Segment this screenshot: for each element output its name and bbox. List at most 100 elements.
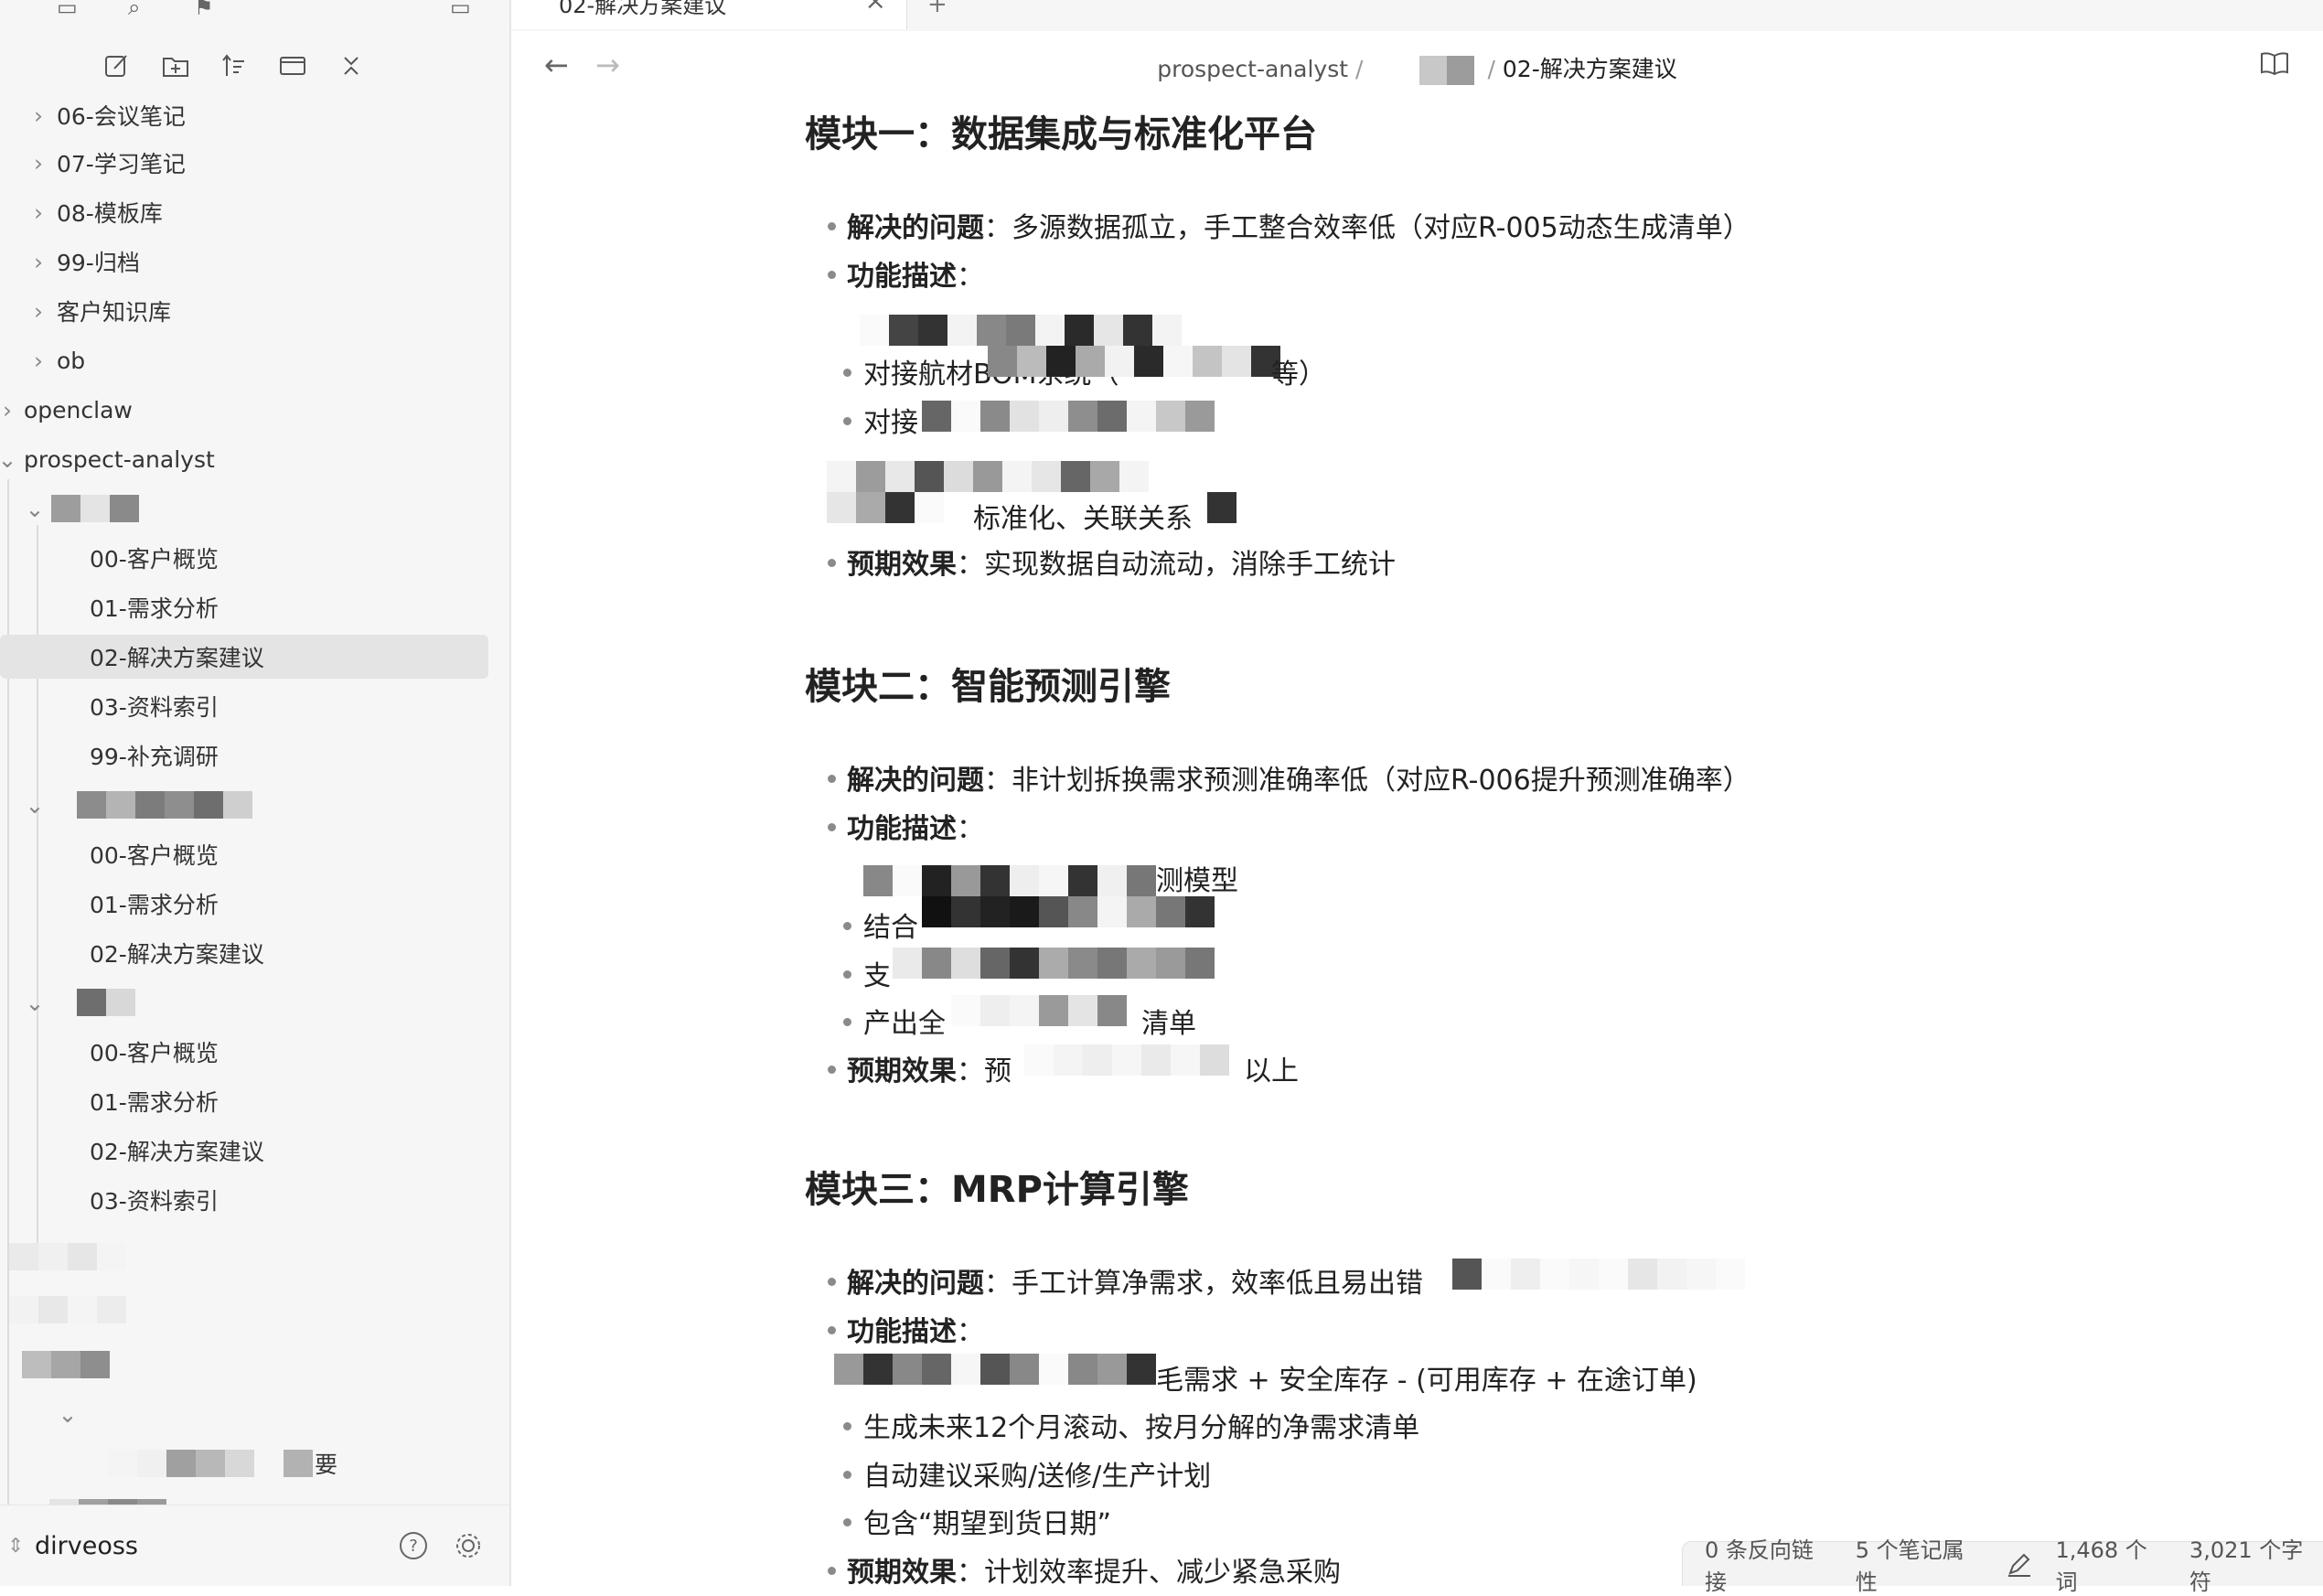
properties-count[interactable]: 5 个笔记属性 <box>1856 1532 1985 1596</box>
redacted-region <box>827 461 1149 492</box>
list-item-effect-tail: 以上 <box>1244 1055 1299 1087</box>
collapse-all-icon[interactable] <box>335 49 368 82</box>
list-item-sub: 包含“期望到货日期” <box>863 1508 1112 1540</box>
tree-file-redacted[interactable]: 要 <box>108 1441 509 1485</box>
chevron-right-icon: › <box>34 102 43 129</box>
redacted-region <box>1207 492 1236 523</box>
heading-module-1: 模块一：数据集成与标准化平台 <box>805 113 1317 155</box>
tree-folder-ob[interactable]: › ob <box>27 338 509 382</box>
tree-folder-prospect-analyst[interactable]: ⌄ prospect-analyst <box>0 437 485 481</box>
tree-folder-99[interactable]: › 99-归档 <box>27 240 509 284</box>
new-tab-icon[interactable]: + <box>927 0 947 18</box>
sort-icon[interactable] <box>218 49 251 82</box>
tree-file[interactable]: 99-补充调研 <box>90 734 509 777</box>
settings-gear-icon[interactable] <box>452 1529 485 1562</box>
redacted-region <box>834 1354 1156 1385</box>
list-item-sub: 标准化、关联关系 <box>973 503 1193 535</box>
status-bar: 0 条反向链接 5 个笔记属性 1,468 个词 3,021 个字符 <box>1682 1537 2323 1595</box>
chevron-down-icon: ⌄ <box>25 791 45 819</box>
list-item-sub: 生成未来12个月滚动、按月分解的净需求清单 <box>863 1412 1420 1444</box>
heading-module-3: 模块三：MRP计算引擎 <box>805 1169 1189 1211</box>
reading-view-icon[interactable] <box>2259 49 2290 80</box>
tree-file[interactable]: 00-客户概览 <box>90 832 509 876</box>
tree-file[interactable]: 00-客户概览 <box>90 536 509 580</box>
bullet-icon <box>843 970 851 979</box>
chevron-down-icon: ⌄ <box>25 989 45 1016</box>
tree-file[interactable]: 01-需求分析 <box>90 1079 509 1123</box>
indent-guide <box>37 1010 38 1266</box>
breadcrumb-current[interactable]: 02-解决方案建议 <box>1503 56 1677 82</box>
new-note-icon[interactable] <box>101 49 134 82</box>
list-item-effect: 预期效果：预 <box>847 1055 1012 1087</box>
tree-item-redacted[interactable] <box>9 1288 498 1332</box>
bullet-icon <box>843 1422 851 1430</box>
breadcrumb: prospect-analyst / / 02-解决方案建议 <box>511 51 2323 85</box>
breadcrumb-root[interactable]: prospect-analyst <box>1157 56 1348 82</box>
bullet-icon <box>828 1326 836 1334</box>
tab-bar: 02-解决方案建议 × + <box>511 0 2323 32</box>
tree-file[interactable]: 02-解决方案建议 <box>90 1129 509 1173</box>
file-explorer-sidebar: ▭ ⌕ ⚑ ▭ › 06-会议笔记 › 07-学习笔记 › 08-模板库 › 9… <box>0 0 511 1586</box>
bullet-icon <box>843 369 851 377</box>
redacted-label <box>51 495 139 522</box>
bullet-icon <box>828 823 836 831</box>
chevron-right-icon: › <box>3 396 12 423</box>
tree-folder-redacted-2[interactable]: ⌄ <box>24 783 509 827</box>
tree-file[interactable]: 02-解决方案建议 <box>90 931 509 975</box>
list-item-function: 功能描述： <box>847 261 984 293</box>
breadcrumb-separator: / <box>1487 56 1495 82</box>
edit-mode-icon[interactable] <box>2006 1550 2033 1578</box>
redacted-region <box>922 401 1215 432</box>
redacted-label <box>22 1351 110 1378</box>
tree-item-redacted[interactable] <box>9 1235 498 1279</box>
list-item-sub: 支 <box>863 960 891 992</box>
tree-folder-07[interactable]: › 07-学习笔记 <box>27 141 509 185</box>
files-tab-icon[interactable]: ▭ <box>57 0 82 20</box>
bullet-icon <box>828 775 836 783</box>
svg-text:?: ? <box>409 1537 418 1556</box>
sidebar-top-icons: ▭ ⌕ ⚑ ▭ <box>0 0 509 24</box>
list-item-sub-tail: 测模型 <box>1156 865 1238 897</box>
tree-folder-redacted-5[interactable]: ⌄ <box>57 1392 509 1436</box>
vault-name[interactable]: dirveoss <box>35 1532 138 1560</box>
bullet-icon <box>843 922 851 930</box>
list-item-sub: 对接 <box>863 407 918 439</box>
tree-file[interactable]: 03-资料索引 <box>90 1178 509 1222</box>
tree-file-active[interactable]: 02-解决方案建议 <box>0 635 488 679</box>
bullet-icon <box>843 1471 851 1479</box>
list-item-function: 功能描述： <box>847 813 984 845</box>
vault-switch-icon[interactable]: ⇕ <box>7 1535 24 1558</box>
collapse-view-icon[interactable] <box>276 49 309 82</box>
search-icon[interactable]: ⌕ <box>128 0 154 20</box>
tree-folder-08[interactable]: › 08-模板库 <box>27 190 509 234</box>
tree-file[interactable]: 00-客户概览 <box>90 1030 509 1074</box>
chevron-right-icon: › <box>34 297 43 325</box>
bullet-icon <box>828 222 836 230</box>
breadcrumb-separator: / <box>1355 56 1364 82</box>
new-folder-icon[interactable] <box>159 49 192 82</box>
close-tab-icon[interactable]: × <box>865 0 886 16</box>
tree-folder-redacted-3[interactable]: ⌄ <box>24 980 509 1024</box>
tree-folder-06[interactable]: › 06-会议笔记 <box>27 93 509 137</box>
redacted-region <box>1452 1259 1745 1290</box>
tab-active-note[interactable]: 02-解决方案建议 × <box>511 0 907 29</box>
tree-folder-redacted-4[interactable] <box>22 1343 509 1387</box>
tree-file[interactable]: 03-资料索引 <box>90 684 509 728</box>
redacted-region <box>1024 1044 1229 1076</box>
bullet-icon <box>843 417 851 425</box>
tree-file[interactable]: 01-需求分析 <box>90 585 509 629</box>
redacted-region <box>893 948 1215 979</box>
backlinks-count[interactable]: 0 条反向链接 <box>1705 1532 1834 1596</box>
tree-file[interactable]: 01-需求分析 <box>90 882 509 926</box>
vault-switcher-bar: ⇕ dirveoss ? <box>0 1505 509 1586</box>
word-count: 1,468 个词 <box>2055 1537 2147 1595</box>
bookmark-icon[interactable]: ⚑ <box>194 0 219 20</box>
help-icon[interactable]: ? <box>397 1529 430 1562</box>
tree-folder-openclaw[interactable]: › openclaw <box>0 388 485 432</box>
redacted-region <box>988 346 1280 377</box>
tree-folder-redacted-1[interactable]: ⌄ <box>24 487 509 530</box>
sidebar-toggle-icon[interactable]: ▭ <box>450 0 476 20</box>
tree-folder-customer-kb[interactable]: › 客户知识库 <box>27 289 509 333</box>
bullet-icon <box>828 271 836 279</box>
breadcrumb-redacted[interactable] <box>1419 56 1475 85</box>
